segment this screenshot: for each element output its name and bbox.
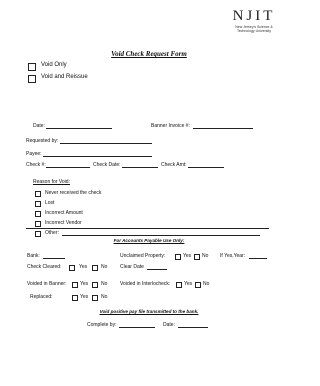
logo-text: NJIT — [232, 8, 276, 24]
banner-invoice-label: Banner Invoice #: — [151, 123, 190, 129]
voided-interlocheck-yes-checkbox[interactable] — [176, 282, 182, 288]
void-only-checkbox[interactable] — [28, 63, 36, 71]
replaced-label: Replaced: — [30, 294, 53, 300]
bank-field[interactable] — [43, 253, 65, 259]
check-cleared-yes-label: Yes — [79, 264, 88, 270]
check-cleared-yes-checkbox[interactable] — [69, 265, 75, 271]
unclaimed-property-label: Unclaimed Property: — [120, 253, 166, 259]
replaced-no-checkbox[interactable] — [92, 295, 98, 301]
replaced-yes-checkbox[interactable] — [72, 295, 78, 301]
replaced-yes-label: Yes — [80, 294, 89, 300]
unclaimed-yes-label: Yes — [183, 253, 192, 259]
check-number-field[interactable] — [46, 162, 90, 168]
reason-lost-label: Lost — [45, 200, 55, 206]
voided-interlocheck-yes-label: Yes — [184, 281, 193, 287]
unclaimed-no-label: No — [202, 253, 209, 259]
reason-incorrect-vendor-checkbox[interactable] — [35, 221, 41, 227]
njit-logo: NJIT New Jersey's Science & Technology U… — [226, 8, 282, 33]
ap-section-divider — [26, 228, 269, 229]
logo-subtitle-2: Technology University — [236, 29, 272, 33]
void-reissue-checkbox[interactable] — [28, 75, 36, 83]
voided-interlocheck-no-checkbox[interactable] — [195, 282, 201, 288]
voided-banner-no-checkbox[interactable] — [92, 282, 98, 288]
completed-date-field[interactable] — [178, 322, 208, 328]
if-yes-year-label: If Yes,Year: — [220, 253, 246, 259]
reason-never-received-label: Never received the check — [45, 190, 102, 196]
reason-other-field[interactable] — [62, 230, 260, 236]
voided-banner-label: Voided in Banner: — [27, 281, 67, 287]
check-cleared-no-label: No — [101, 264, 108, 270]
voided-interlocheck-no-label: No — [203, 281, 210, 287]
replaced-no-label: No — [101, 294, 108, 300]
check-cleared-no-checkbox[interactable] — [92, 265, 98, 271]
reason-incorrect-vendor-label: Incorrect Vendor — [45, 220, 82, 226]
completed-by-label: Complete by: — [87, 322, 117, 328]
ap-section-heading: For Accounts Payable Use Only: — [113, 238, 185, 243]
voided-interlocheck-label: Voided in Interlocheck: — [120, 281, 171, 287]
check-date-field[interactable] — [122, 162, 158, 168]
reason-heading: Reason for Void: — [33, 179, 70, 185]
payee-label: Payee: — [26, 151, 42, 157]
date-label: Date: — [33, 123, 45, 129]
voided-banner-yes-checkbox[interactable] — [72, 282, 78, 288]
requested-by-field[interactable] — [60, 138, 152, 144]
clear-date-field[interactable] — [147, 264, 167, 270]
completed-date-label: Date: — [163, 322, 175, 328]
reason-other-checkbox[interactable] — [35, 231, 41, 237]
reason-incorrect-amount-checkbox[interactable] — [35, 211, 41, 217]
positive-pay-statement: Void positive pay file transmitted to th… — [99, 309, 199, 314]
reason-incorrect-amount-label: Incorrect Amount — [45, 210, 83, 216]
unclaimed-no-checkbox[interactable] — [194, 254, 200, 260]
check-number-label: Check #: — [26, 162, 46, 168]
completed-by-field[interactable] — [119, 322, 155, 328]
if-yes-year-field[interactable] — [249, 253, 267, 259]
reason-other-label: Other: — [45, 230, 59, 236]
check-cleared-label: Check Cleared: — [27, 264, 62, 270]
voided-banner-yes-label: Yes — [80, 281, 89, 287]
banner-invoice-field[interactable] — [193, 123, 253, 129]
form-title: Void Check Request Form — [111, 50, 187, 58]
voided-banner-no-label: No — [101, 281, 108, 287]
date-field[interactable] — [46, 123, 112, 129]
check-amount-field[interactable] — [188, 162, 224, 168]
reason-lost-checkbox[interactable] — [35, 201, 41, 207]
check-date-label: Check Date: — [93, 162, 121, 168]
unclaimed-yes-checkbox[interactable] — [175, 254, 181, 260]
void-reissue-label: Void and Reissue — [41, 74, 88, 80]
bank-label: Bank: — [27, 253, 40, 259]
payee-field[interactable] — [43, 151, 152, 157]
reason-never-received-checkbox[interactable] — [35, 191, 41, 197]
clear-date-label: Clear Date — [120, 264, 144, 270]
requested-by-label: Requested by: — [26, 138, 59, 144]
check-amount-label: Check Amt: — [161, 162, 187, 168]
void-only-label: Void Only — [41, 62, 67, 68]
